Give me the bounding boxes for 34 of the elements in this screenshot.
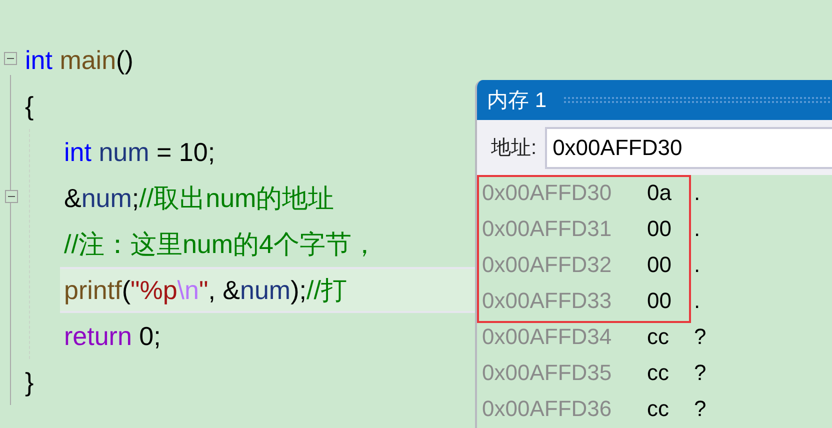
memory-address: 0x00AFFD34 xyxy=(481,324,613,350)
code-line: &num;//取出num的地址 xyxy=(64,183,334,213)
code-line: printf("%p\n", &num);//打 xyxy=(64,275,347,305)
byte-value: 0a xyxy=(647,180,672,206)
memory-address: 0x00AFFD33 xyxy=(481,288,613,314)
char-value: ? xyxy=(694,360,706,386)
collapse-icon[interactable] xyxy=(4,52,17,65)
code-line: return 0; xyxy=(64,321,161,351)
char-value: ? xyxy=(694,324,706,350)
char-value: . xyxy=(694,216,700,242)
byte-value: cc xyxy=(647,324,670,350)
code-line: int main() xyxy=(25,45,134,75)
byte-value: 00 xyxy=(647,252,672,278)
char-value: ? xyxy=(694,396,706,422)
char-value: . xyxy=(694,288,700,314)
byte-value: cc xyxy=(647,360,670,386)
code-line: int num = 10; xyxy=(64,137,216,167)
memory-address: 0x00AFFD31 xyxy=(481,216,613,242)
memory-address: 0x00AFFD36 xyxy=(481,396,613,422)
byte-value: 00 xyxy=(647,288,672,314)
char-value: . xyxy=(694,252,700,278)
byte-value: cc xyxy=(647,396,670,422)
byte-value: 00 xyxy=(647,216,672,242)
code-line: { xyxy=(25,91,34,121)
window-title: 内存 1 xyxy=(487,88,547,114)
memory-address: 0x00AFFD30 xyxy=(481,180,613,206)
code-line: } xyxy=(25,367,34,397)
memory-address: 0x00AFFD35 xyxy=(481,360,613,386)
memory-address: 0x00AFFD32 xyxy=(481,252,613,278)
address-field[interactable]: 0x00AFFD30 xyxy=(544,126,832,168)
collapse-icon[interactable] xyxy=(5,190,18,203)
address-label: 地址: xyxy=(491,136,537,161)
code-line: //注：这里num的4个字节， xyxy=(64,229,378,259)
char-value: . xyxy=(694,180,700,206)
